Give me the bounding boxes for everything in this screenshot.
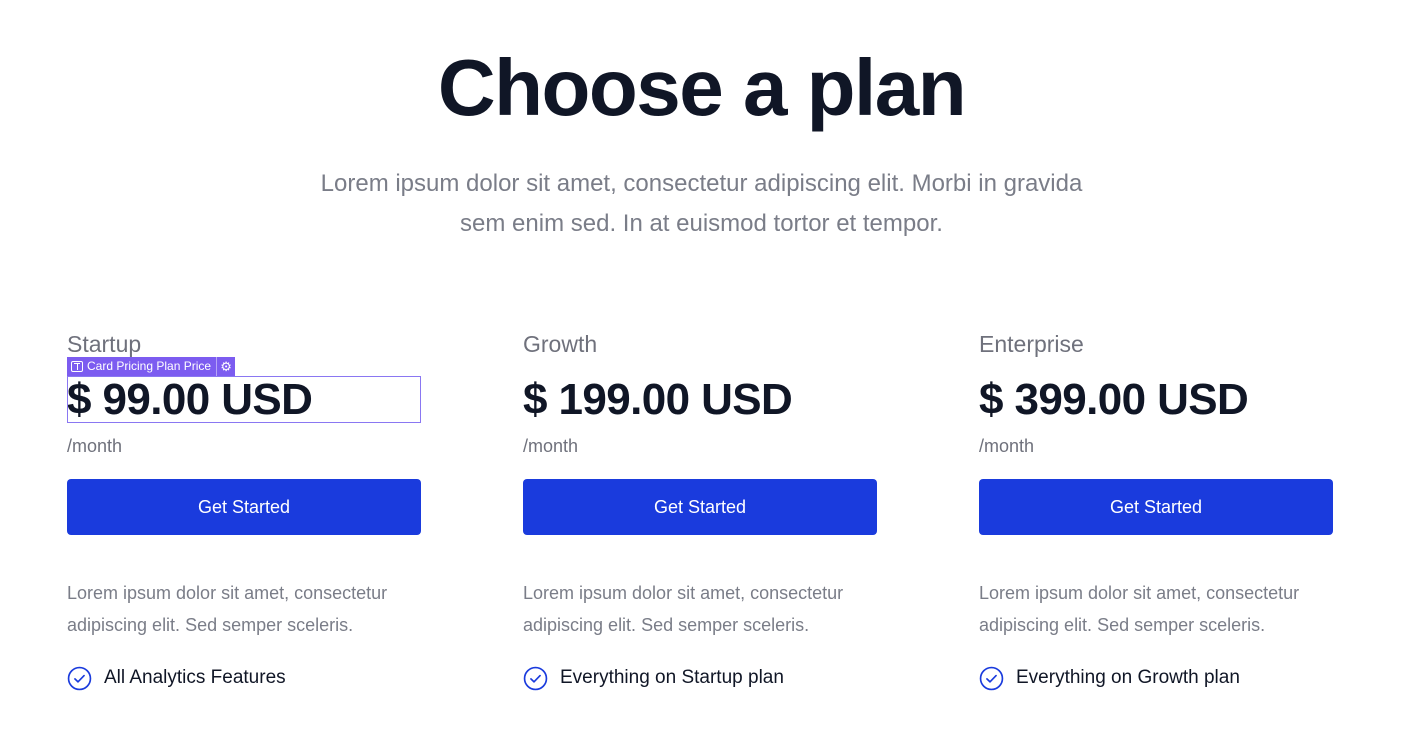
subtitle-line: sem enim sed. In at euismod tortor et te… — [460, 210, 943, 237]
plan-price[interactable]: $ 199.00 USD — [523, 377, 877, 423]
pricing-card-startup: Startup $ 99.00 USD Card Pricing Plan Pr… — [67, 330, 421, 691]
plan-name: Growth — [523, 331, 598, 357]
selection-tag-label: Card Pricing Plan Price — [87, 359, 212, 373]
plan-description: Lorem ipsum dolor sit amet, consectetur … — [979, 583, 1300, 635]
plan-name: Enterprise — [979, 331, 1084, 357]
page-subtitle: Lorem ipsum dolor sit amet, consectetur … — [0, 164, 1403, 244]
pricing-page: Choose a plan Lorem ipsum dolor sit amet… — [0, 0, 1403, 731]
check-circle-icon — [979, 666, 1004, 690]
plan-price[interactable]: $ 99.00 USD — [67, 377, 421, 423]
plan-feature: Everything on Growth plan — [979, 665, 1333, 691]
plan-period: /month — [67, 436, 123, 456]
plan-description: Lorem ipsum dolor sit amet, consectetur … — [67, 583, 388, 635]
pricing-card-enterprise: Enterprise $ 399.00 USD /month Get Start… — [979, 330, 1333, 691]
check-circle-icon — [67, 666, 92, 690]
plan-feature: Everything on Startup plan — [523, 665, 877, 691]
price-container: $ 99.00 USD Card Pricing Plan Price ⚙ — [67, 357, 421, 423]
feature-label: Everything on Startup plan — [560, 667, 784, 688]
plan-description: Lorem ipsum dolor sit amet, consectetur … — [523, 583, 844, 635]
gear-icon[interactable]: ⚙ — [216, 357, 235, 376]
subtitle-line: Lorem ipsum dolor sit amet, consectetur … — [320, 170, 1083, 197]
plan-period: /month — [979, 436, 1035, 456]
page-title: Choose a plan — [437, 43, 967, 132]
plan-feature: All Analytics Features — [67, 665, 421, 691]
feature-label: Everything on Growth plan — [1016, 667, 1240, 688]
plan-name: Startup — [67, 331, 142, 357]
pricing-card-growth: Growth $ 199.00 USD /month Get Started L… — [523, 330, 877, 691]
feature-label: All Analytics Features — [104, 667, 286, 688]
price-container: $ 399.00 USD — [979, 377, 1333, 423]
price-container: $ 199.00 USD — [523, 377, 877, 423]
selection-tag[interactable]: Card Pricing Plan Price ⚙ — [67, 357, 236, 376]
selection-tag-label-wrap: Card Pricing Plan Price — [67, 357, 216, 376]
get-started-button[interactable]: Get Started — [67, 479, 421, 535]
text-type-icon — [71, 361, 83, 372]
get-started-button[interactable]: Get Started — [523, 479, 877, 535]
plan-period: /month — [523, 436, 579, 456]
plan-price[interactable]: $ 399.00 USD — [979, 377, 1333, 423]
get-started-button[interactable]: Get Started — [979, 479, 1333, 535]
check-circle-icon — [523, 666, 548, 690]
